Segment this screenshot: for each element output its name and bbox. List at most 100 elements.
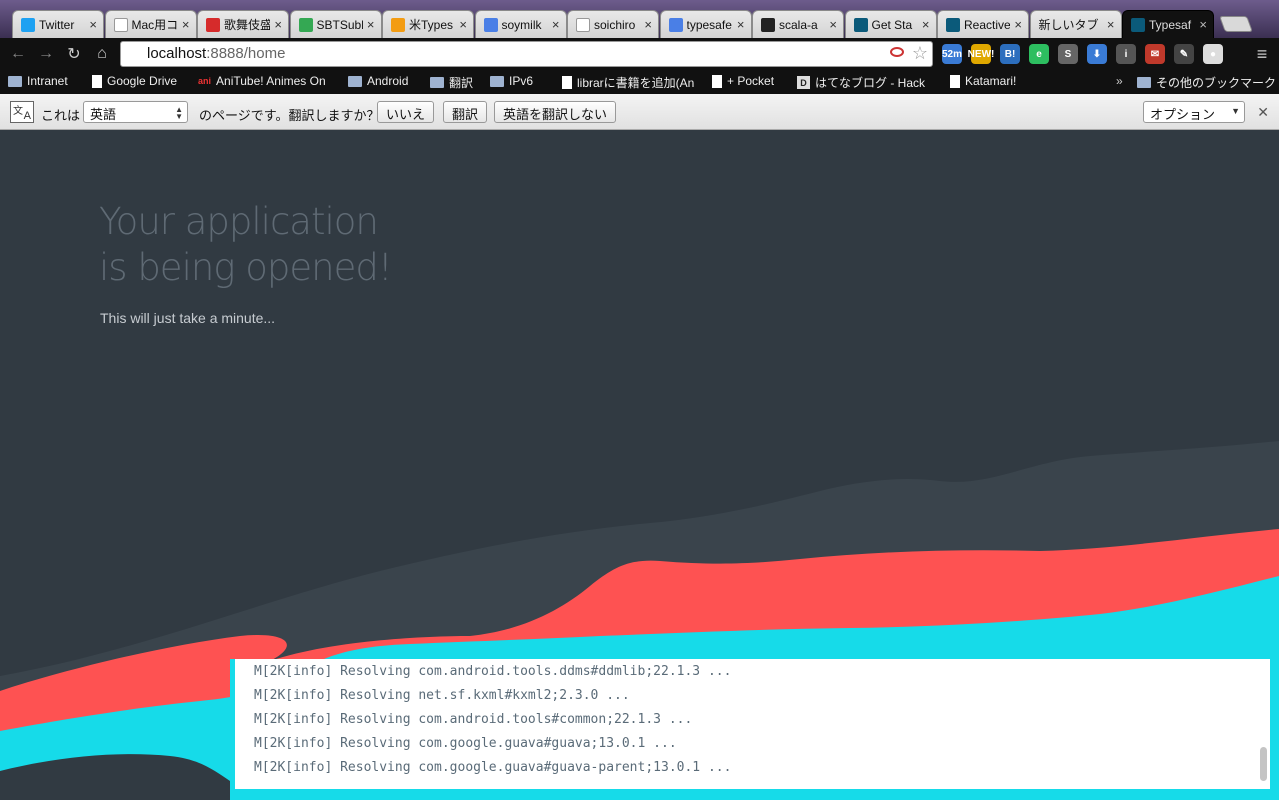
reload-icon[interactable]: ↻: [64, 44, 84, 64]
mail-badge-icon[interactable]: 52m: [942, 44, 962, 64]
bookmark-item[interactable]: Katamari!: [950, 74, 1016, 88]
page-headline: Your application is being opened!: [99, 199, 393, 291]
tab-close-icon[interactable]: ×: [274, 17, 282, 32]
headline-line-1: Your application: [99, 200, 379, 243]
tab-close-icon[interactable]: ×: [89, 17, 97, 32]
tab-close-icon[interactable]: ×: [1107, 17, 1115, 32]
tab-close-icon[interactable]: ×: [182, 17, 190, 32]
page-icon: [950, 74, 960, 88]
build-log-panel[interactable]: M[2K[info] Resolving com.android.tools.d…: [230, 659, 1270, 789]
folder-icon: [8, 75, 22, 87]
bookmark-label: IPv6: [509, 74, 534, 88]
headline-line-2: is being opened!: [99, 246, 393, 289]
back-icon[interactable]: ←: [8, 44, 28, 64]
other-bookmarks[interactable]: その他のブックマーク: [1137, 74, 1276, 91]
browser-tab[interactable]: Reactive ×: [937, 10, 1029, 38]
profile-icon[interactable]: ●: [1203, 44, 1223, 64]
tab-title: Reactive: [964, 17, 1011, 32]
inbox-icon[interactable]: ✉: [1145, 44, 1165, 64]
browser-tab[interactable]: soichiro ×: [567, 10, 659, 38]
tab-close-icon[interactable]: ×: [922, 17, 930, 32]
browser-tab[interactable]: Get Sta ×: [844, 10, 937, 38]
forward-icon[interactable]: →: [36, 44, 56, 64]
close-icon[interactable]: ✕: [1257, 104, 1269, 121]
tab-title: soichiro: [594, 17, 636, 32]
log-line: M[2K[info] Resolving com.android.tools#c…: [254, 712, 693, 727]
page-icon: [113, 17, 128, 32]
browser-tab[interactable]: 米Types ×: [382, 10, 474, 38]
evernote-clip-icon[interactable]: e: [1029, 44, 1049, 64]
tab-title: Mac用コ: [131, 18, 178, 32]
tab-title: 米Types: [409, 18, 454, 32]
browser-tab[interactable]: Twitter ×: [12, 10, 104, 38]
new-tab-button[interactable]: [1219, 16, 1253, 32]
bookmark-label: Android: [367, 74, 409, 88]
new-badge-icon[interactable]: NEW!: [968, 44, 994, 64]
tab-close-icon[interactable]: ×: [367, 17, 375, 32]
tab-close-icon[interactable]: ×: [459, 17, 467, 32]
tab-close-icon[interactable]: ×: [737, 17, 745, 32]
translate-prefix: これは: [41, 108, 81, 123]
browser-tab[interactable]: 歌舞伎盛 ×: [197, 10, 289, 38]
translate-icon: 文A: [10, 101, 34, 123]
s-icon[interactable]: S: [1058, 44, 1078, 64]
bookmark-label: AniTube! Animes On: [216, 74, 326, 88]
tab-title: Get Sta: [871, 17, 913, 32]
tab-close-icon[interactable]: ×: [644, 17, 652, 32]
bookmark-item[interactable]: D はてなブログ - Hack: [797, 74, 925, 91]
tab-title: soymilk: [501, 17, 542, 32]
tab-title: Twitter: [39, 17, 75, 32]
no-button[interactable]: いいえ: [377, 101, 435, 123]
download-icon[interactable]: ⬇: [1087, 44, 1107, 64]
menu-icon[interactable]: ≡: [1252, 44, 1272, 64]
tab-close-icon[interactable]: ×: [829, 17, 837, 32]
home-icon[interactable]: ⌂: [92, 44, 112, 64]
bookmark-item[interactable]: Google Drive: [92, 74, 177, 88]
bookmark-item[interactable]: librarに書籍を追加(An: [562, 74, 694, 91]
tab-title: Typesaf: [1149, 17, 1192, 32]
bookmark-star-icon[interactable]: ☆: [912, 43, 928, 64]
translate-button[interactable]: 翻訳: [443, 101, 488, 123]
browser-tab[interactable]: Typesaf ×: [1122, 10, 1214, 38]
elephant-icon[interactable]: ✎: [1174, 44, 1194, 64]
never-translate-button[interactable]: 英語を翻訳しない: [494, 101, 617, 123]
browser-tab[interactable]: soymilk ×: [474, 10, 567, 38]
google-icon: [483, 17, 498, 32]
tab-close-icon[interactable]: ×: [552, 17, 560, 32]
bookmark-item[interactable]: ani AniTube! Animes On: [198, 74, 326, 88]
log-scrollbar[interactable]: [1260, 747, 1267, 781]
language-select[interactable]: 英語 ▲ ▼: [83, 101, 188, 123]
log-line: M[2K[info] Resolving com.google.guava#gu…: [254, 760, 732, 775]
bookmark-item[interactable]: + Pocket: [712, 74, 774, 88]
browser-tab[interactable]: typesafe ×: [659, 10, 752, 38]
typesafe-icon: [946, 17, 960, 32]
address-bar[interactable]: localhost:8888/home ☆: [120, 41, 933, 67]
browser-tab[interactable]: Mac用コ ×: [104, 10, 197, 38]
browser-tab[interactable]: SBTSubl ×: [289, 10, 382, 38]
bookmark-item[interactable]: 翻訳: [430, 74, 473, 91]
ball-icon: [391, 17, 405, 32]
tab-title: typesafe: [686, 17, 732, 32]
bookmarks-bar: Intranet Google Drive ani AniTube! Animes O…: [0, 70, 1279, 94]
typesafe-icon: [1131, 17, 1145, 32]
bookmark-item[interactable]: Android: [348, 74, 408, 88]
bookmark-label: はてなブログ - Hack: [815, 76, 926, 90]
bookmark-item[interactable]: Intranet: [8, 74, 68, 88]
tab-close-icon[interactable]: ×: [1014, 17, 1022, 32]
play-icon: [298, 17, 313, 32]
browser-tab[interactable]: 新しいタブ ×: [1029, 10, 1122, 38]
bookmark-item[interactable]: IPv6: [490, 74, 533, 88]
hatena-bookmark-icon[interactable]: B!: [1000, 44, 1020, 64]
info-icon[interactable]: i: [1116, 44, 1136, 64]
translate-bar: 文A これは 英語 ▲ ▼ のページです。翻訳しますか？ いいえ 翻訳 英語を翻訳…: [0, 94, 1279, 130]
google-drive-icon: [92, 74, 102, 88]
ticket-icon: [206, 17, 220, 32]
bookmark-label: 翻訳: [449, 76, 474, 90]
browser-tab[interactable]: scala-a ×: [752, 10, 844, 38]
tab-close-icon[interactable]: ×: [1199, 17, 1207, 32]
page-icon: [576, 17, 590, 32]
options-select[interactable]: オプション ▼: [1143, 101, 1245, 123]
bookmark-label: + Pocket: [727, 74, 775, 88]
eye-icon[interactable]: [890, 47, 904, 57]
bookmarks-overflow[interactable]: »: [1116, 74, 1123, 88]
